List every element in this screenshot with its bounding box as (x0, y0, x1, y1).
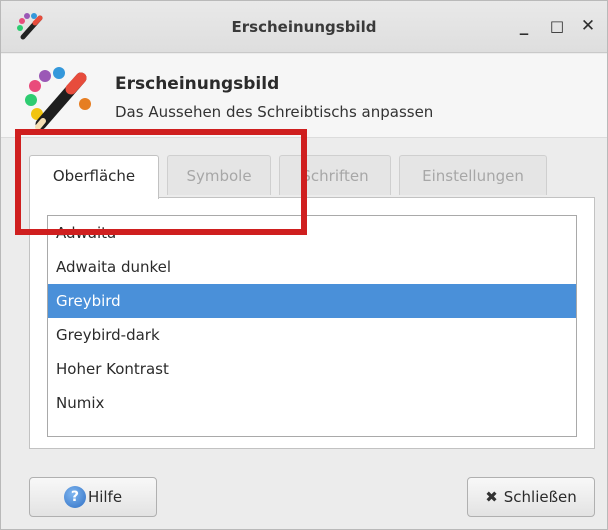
help-button[interactable]: ? Hilfe (29, 477, 157, 517)
appearance-palette-icon (25, 67, 91, 130)
list-item-selected[interactable]: Greybird (48, 284, 576, 318)
close-icon: ✖ (485, 488, 498, 506)
theme-list[interactable]: Adwaita Adwaita dunkel Greybird Greybird… (47, 215, 577, 437)
maximize-button[interactable]: □ (544, 13, 570, 39)
appearance-window: Erscheinungsbild _ □ ✕ Erscheinungsbild … (0, 0, 608, 530)
list-item[interactable]: Numix (48, 386, 576, 420)
annotation-highlight-box (15, 129, 307, 235)
close-button[interactable]: ✖ Schließen (467, 477, 595, 517)
list-item[interactable]: Hoher Kontrast (48, 352, 576, 386)
close-window-button[interactable]: ✕ (575, 13, 601, 39)
dialog-header: Erscheinungsbild Das Aussehen des Schrei… (1, 54, 607, 138)
minimize-button[interactable]: _ (511, 13, 537, 39)
header-subtitle: Das Aussehen des Schreibtischs anpassen (115, 103, 434, 121)
help-button-label: Hilfe (87, 488, 123, 506)
header-title: Erscheinungsbild (115, 74, 280, 94)
titlebar[interactable]: Erscheinungsbild _ □ ✕ (1, 1, 607, 53)
close-button-label: Schließen (503, 488, 577, 506)
help-icon: ? (63, 486, 86, 508)
tab-einstellungen[interactable]: Einstellungen (399, 155, 547, 195)
list-item[interactable]: Adwaita dunkel (48, 250, 576, 284)
list-item[interactable]: Greybird-dark (48, 318, 576, 352)
